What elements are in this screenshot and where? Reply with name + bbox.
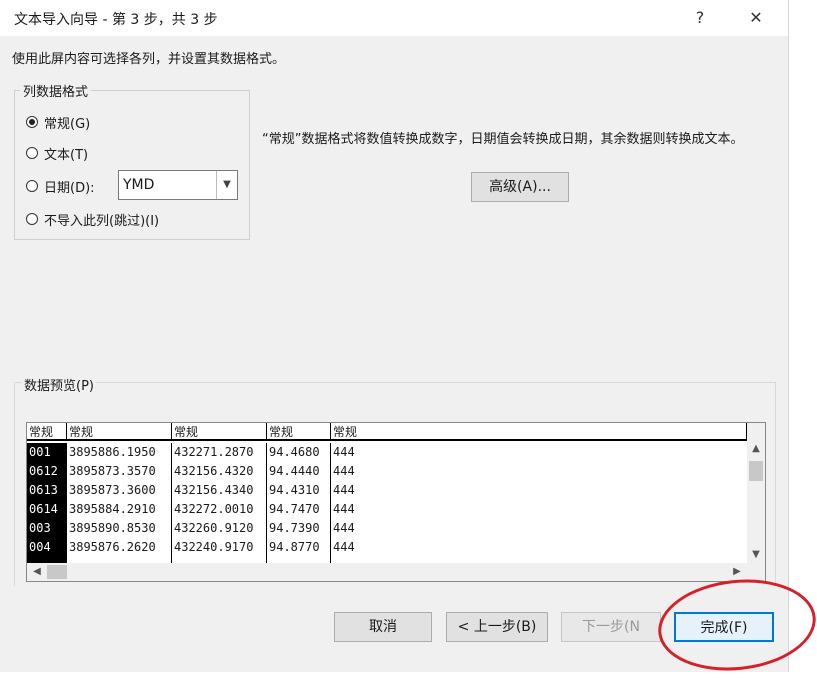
preview-column[interactable]: 444 444 444 444 444 444: [331, 443, 391, 563]
table-cell: 432272.0010: [174, 502, 254, 516]
preview-column[interactable]: 432271.2870 432156.4320 432156.4340 4322…: [172, 443, 267, 563]
back-button[interactable]: < 上一步(B): [446, 612, 548, 642]
text-import-wizard-dialog: 文本导入向导 - 第 3 步，共 3 步 ? ✕ 使用此屏内容可选择各列，并设置…: [0, 0, 788, 672]
horizontal-scrollbar[interactable]: ◀ ▶: [27, 563, 765, 581]
table-cell: 432156.4320: [174, 464, 254, 478]
table-cell: 444: [333, 540, 355, 554]
table-cell: 432156.4340: [174, 483, 254, 497]
table-cell: 432240.9170: [174, 540, 254, 554]
table-cell: 3895886.1950: [69, 445, 156, 459]
table-cell: 444: [333, 521, 355, 535]
table-cell: 3895873.3570: [69, 464, 156, 478]
radio-skip[interactable]: 不导入此列(跳过)(I): [26, 209, 159, 229]
column-header[interactable]: 常规: [172, 423, 267, 441]
advanced-button[interactable]: 高级(A)...: [471, 172, 569, 202]
preview-column[interactable]: 3895886.1950 3895873.3570 3895873.3600 3…: [67, 443, 172, 563]
scroll-down-icon[interactable]: ▼: [747, 547, 765, 563]
table-cell: 0612: [29, 464, 58, 478]
preview-table: 常规 常规 常规 常规 常规 001 0612 0613 0614 003 00…: [27, 423, 747, 563]
table-cell: 94.4310: [269, 483, 320, 497]
table-cell: 0614: [29, 502, 58, 516]
title-bar: 文本导入向导 - 第 3 步，共 3 步 ? ✕: [0, 0, 788, 36]
radio-text-label: 文本(T): [44, 147, 89, 163]
table-cell: 94.7390: [269, 521, 320, 535]
table-cell: 444: [333, 464, 355, 478]
table-cell: 444: [333, 445, 355, 459]
table-cell: 94.8770: [269, 540, 320, 554]
radio-text[interactable]: 文本(T): [26, 143, 88, 163]
vertical-scroll-thumb[interactable]: [749, 461, 763, 481]
column-header[interactable]: 常规: [331, 423, 747, 441]
radio-general-indicator[interactable]: [26, 116, 38, 128]
horizontal-scroll-thumb[interactable]: [47, 565, 67, 579]
help-icon[interactable]: ?: [680, 4, 720, 32]
date-format-value: YMD: [123, 177, 155, 193]
cancel-button[interactable]: 取消: [334, 612, 432, 642]
table-cell: 94.4440: [269, 464, 320, 478]
format-description: “常规”数据格式将数值转换成数字，日期值会转换成日期，其余数据则转换成文本。: [262, 132, 744, 147]
table-cell: 003: [29, 521, 51, 535]
scroll-up-icon[interactable]: ▲: [747, 441, 765, 457]
table-cell: 432260.9120: [174, 521, 254, 535]
column-header[interactable]: 常规: [27, 423, 67, 441]
column-format-legend: 列数据格式: [20, 81, 92, 100]
radio-skip-label: 不导入此列(跳过)(I): [44, 213, 160, 229]
scroll-right-icon[interactable]: ▶: [729, 563, 745, 581]
preview-column-selected[interactable]: 001 0612 0613 0614 003 004: [27, 443, 67, 563]
table-cell: 001: [29, 445, 51, 459]
background-sheet-strip: [788, 0, 817, 672]
table-cell: 432271.2870: [174, 445, 254, 459]
radio-general[interactable]: 常规(G): [26, 112, 90, 132]
scroll-left-icon[interactable]: ◀: [29, 563, 45, 581]
table-cell: 444: [333, 502, 355, 516]
column-header[interactable]: 常规: [267, 423, 331, 441]
data-preview-grid[interactable]: 常规 常规 常规 常规 常规 001 0612 0613 0614 003 00…: [26, 422, 766, 582]
window-title: 文本导入向导 - 第 3 步，共 3 步: [14, 12, 218, 28]
table-cell: 004: [29, 540, 51, 554]
instructions-text: 使用此屏内容可选择各列，并设置其数据格式。: [12, 52, 286, 67]
table-cell: 3895890.8530: [69, 521, 156, 535]
preview-column[interactable]: 94.4680 94.4440 94.4310 94.7470 94.7390 …: [267, 443, 331, 563]
radio-date[interactable]: 日期(D):: [26, 176, 95, 196]
radio-skip-indicator[interactable]: [26, 213, 38, 225]
table-cell: 94.4680: [269, 445, 320, 459]
table-cell: 3895873.3600: [69, 483, 156, 497]
chevron-down-icon[interactable]: ▼: [216, 171, 237, 199]
date-format-select[interactable]: YMD ▼: [118, 170, 238, 200]
radio-text-indicator[interactable]: [26, 147, 38, 159]
radio-general-label: 常规(G): [44, 116, 91, 132]
close-icon[interactable]: ✕: [736, 4, 776, 32]
radio-date-indicator[interactable]: [26, 180, 38, 192]
table-cell: 444: [333, 483, 355, 497]
preview-label: 数据预览(P): [22, 375, 96, 394]
table-cell: 94.7470: [269, 502, 320, 516]
radio-date-label: 日期(D):: [44, 180, 95, 196]
next-button[interactable]: 下一步(N: [561, 612, 661, 642]
table-cell: 3895884.2910: [69, 502, 156, 516]
vertical-scrollbar[interactable]: ▲ ▼: [747, 423, 765, 563]
table-cell: 0613: [29, 483, 58, 497]
column-header[interactable]: 常规: [67, 423, 172, 441]
table-cell: 3895876.2620: [69, 540, 156, 554]
